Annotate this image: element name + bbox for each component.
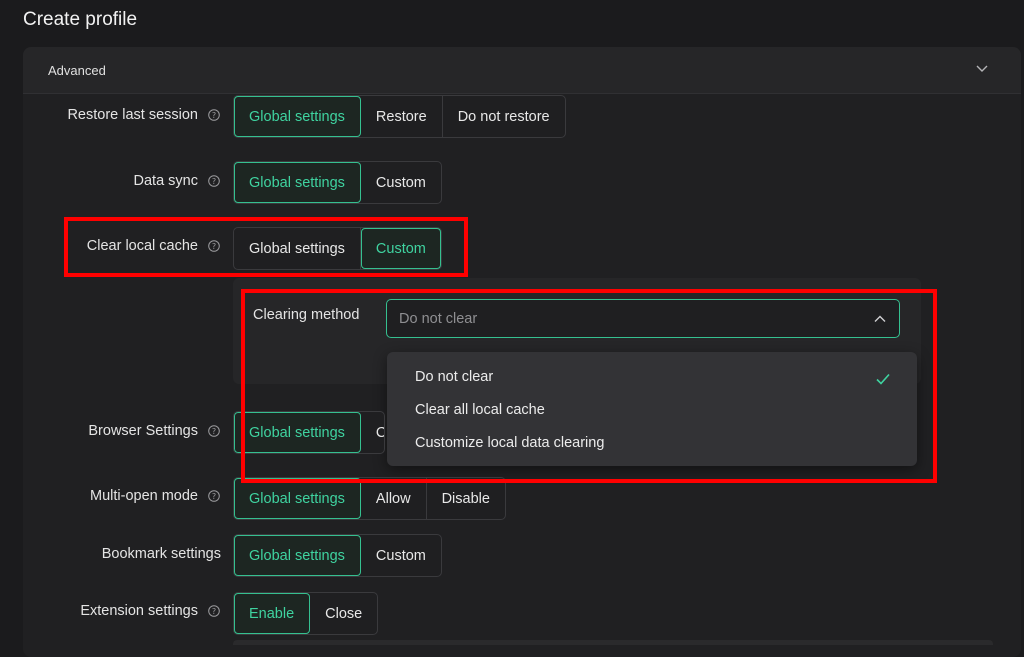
help-icon[interactable]: ? [208, 175, 220, 187]
restore-last-session-segment: Global settings Restore Do not restore [233, 95, 566, 138]
svg-text:?: ? [212, 492, 216, 501]
page-title: Create profile [23, 9, 138, 30]
clear-local-cache-text: Clear local cache [86, 238, 198, 254]
next-section-edge [233, 640, 993, 645]
help-icon[interactable]: ? [208, 490, 220, 502]
help-icon[interactable]: ? [208, 240, 220, 252]
browser-settings-custom-option[interactable]: C [361, 412, 384, 453]
svg-text:?: ? [212, 111, 216, 120]
chevron-up-icon [874, 315, 886, 322]
data-sync-label: Data sync ? [134, 173, 220, 189]
multi-open-mode-text: Multi-open mode [90, 488, 198, 504]
clearing-method-select[interactable]: Do not clear [386, 299, 900, 338]
clear-cache-custom-option[interactable]: Custom [360, 228, 441, 269]
svg-text:?: ? [212, 427, 216, 436]
multi-open-mode-segment: Global settings Allow Disable [233, 477, 506, 520]
extension-settings-label: Extension settings ? [80, 603, 220, 619]
bookmark-custom-option[interactable]: Custom [361, 535, 441, 576]
dropdown-option-clear-all-local-cache[interactable]: Clear all local cache [415, 402, 545, 418]
clear-local-cache-label: Clear local cache ? [87, 238, 220, 254]
restore-restore-option[interactable]: Restore [361, 96, 443, 137]
restore-last-session-label: Restore last session ? [67, 107, 220, 123]
restore-last-session-text: Restore last session [67, 107, 198, 123]
browser-settings-segment: Global settings C [233, 411, 385, 454]
chevron-down-icon[interactable] [975, 61, 989, 75]
check-icon [876, 373, 890, 385]
help-icon[interactable]: ? [208, 425, 220, 437]
data-sync-custom-option[interactable]: Custom [361, 162, 441, 203]
bookmark-settings-label: Bookmark settings [101, 546, 221, 562]
multi-open-global-settings-option[interactable]: Global settings [234, 478, 361, 519]
extension-close-option[interactable]: Close [310, 593, 377, 634]
clear-local-cache-segment: Global settings Custom [233, 227, 442, 270]
data-sync-segment: Global settings Custom [233, 161, 442, 204]
clearing-method-label: Clearing method [253, 307, 360, 323]
svg-text:?: ? [212, 242, 216, 251]
data-sync-global-settings-option[interactable]: Global settings [234, 162, 361, 203]
multi-open-allow-option[interactable]: Allow [361, 478, 427, 519]
browser-settings-text: Browser Settings [88, 423, 198, 439]
bookmark-settings-segment: Global settings Custom [233, 534, 442, 577]
svg-text:?: ? [212, 607, 216, 616]
clearing-method-dropdown: Do not clear Clear all local cache Custo… [387, 352, 917, 466]
multi-open-mode-label: Multi-open mode ? [90, 488, 220, 504]
restore-do-not-restore-option[interactable]: Do not restore [443, 96, 565, 137]
data-sync-text: Data sync [133, 173, 198, 189]
browser-settings-global-settings-option[interactable]: Global settings [234, 412, 361, 453]
advanced-panel-header[interactable]: Advanced [23, 47, 1021, 94]
svg-text:?: ? [212, 177, 216, 186]
clearing-method-value: Do not clear [399, 311, 478, 327]
help-icon[interactable]: ? [208, 109, 220, 121]
clear-cache-global-settings-option[interactable]: Global settings [234, 228, 361, 269]
bookmark-global-settings-option[interactable]: Global settings [234, 535, 361, 576]
extension-enable-option[interactable]: Enable [234, 593, 311, 634]
advanced-panel-title: Advanced [48, 63, 106, 78]
extension-settings-text: Extension settings [80, 603, 198, 619]
dropdown-option-customize-local-data-clearing[interactable]: Customize local data clearing [415, 435, 604, 451]
help-icon[interactable]: ? [208, 605, 220, 617]
extension-settings-segment: Enable Close [233, 592, 379, 635]
restore-global-settings-option[interactable]: Global settings [234, 96, 361, 137]
browser-settings-label: Browser Settings ? [88, 423, 220, 439]
dropdown-option-do-not-clear[interactable]: Do not clear [415, 369, 493, 385]
multi-open-disable-option[interactable]: Disable [427, 478, 505, 519]
